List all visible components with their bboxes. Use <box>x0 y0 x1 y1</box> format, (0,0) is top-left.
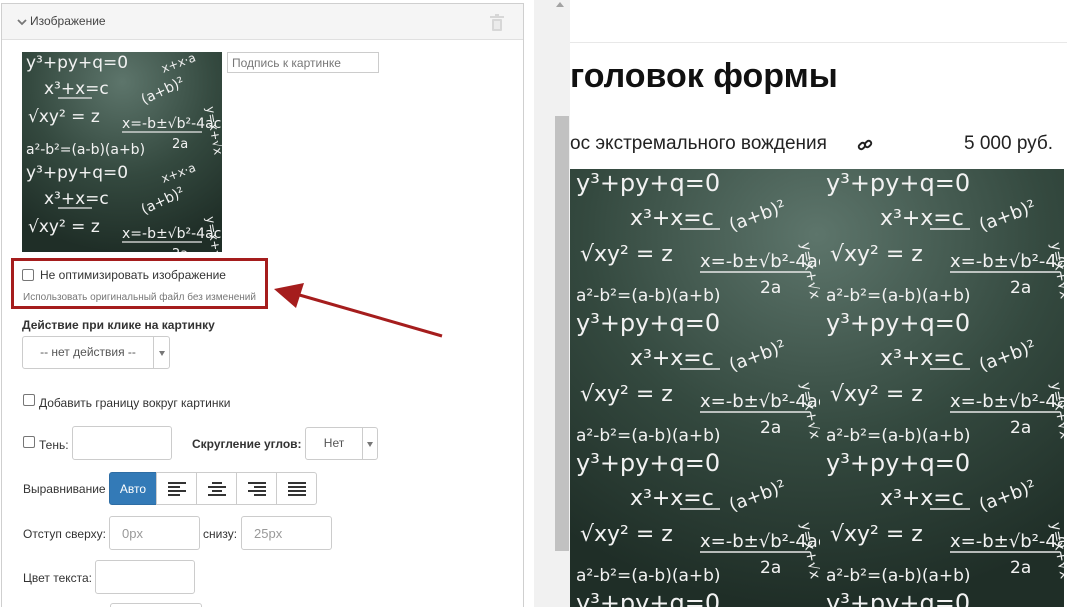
chalkboard-formulas-image <box>22 52 222 252</box>
panel-header[interactable]: Изображение <box>2 4 523 40</box>
shadow-label[interactable]: Тень: <box>39 438 69 452</box>
border-checkbox[interactable] <box>23 394 35 406</box>
align-center-button[interactable] <box>196 472 237 505</box>
text-color-input[interactable] <box>95 560 195 594</box>
corner-radius-select[interactable]: Нет <box>305 427 378 460</box>
align-auto-button[interactable]: Авто <box>109 472 157 505</box>
scrollbar-thumb[interactable] <box>555 116 569 551</box>
no-optimize-label[interactable]: Не оптимизировать изображение <box>40 268 226 282</box>
chalkboard-formulas-image: y³+py+q=0 x³+x=c (a+b)² √xy² = z x=-b±√b… <box>570 169 1064 607</box>
next-field-input[interactable] <box>110 603 202 607</box>
product-name: ос экстремального вождения <box>570 133 827 154</box>
align-center-icon <box>207 481 226 496</box>
align-left-button[interactable] <box>156 472 197 505</box>
align-right-button[interactable] <box>236 472 277 505</box>
margin-bottom-label: снизу: <box>203 527 238 541</box>
border-label[interactable]: Добавить границу вокруг картинки <box>39 396 230 410</box>
product-price: 5 000 руб. <box>964 133 1054 154</box>
align-right-icon <box>247 481 266 496</box>
trash-icon[interactable] <box>489 14 505 32</box>
no-optimize-hint: Использовать оригинальный файл без измен… <box>23 292 256 303</box>
caret-down-icon <box>367 442 373 447</box>
align-left-icon <box>167 481 186 496</box>
caption-input[interactable] <box>227 52 379 73</box>
scroll-up-arrow-icon[interactable] <box>556 2 564 7</box>
preview-divider <box>570 42 1067 43</box>
caret-down-icon <box>159 351 165 356</box>
click-action-label: Действие при клике на картинку <box>22 318 215 332</box>
align-justify-icon <box>287 481 306 496</box>
corner-radius-value: Нет <box>323 436 345 450</box>
form-title: головок формы <box>570 57 838 95</box>
panel-gutter <box>534 0 554 607</box>
annotation-arrow-icon <box>274 283 443 338</box>
click-action-select[interactable]: -- нет действия -- <box>22 336 170 369</box>
chevron-down-icon[interactable] <box>16 17 28 27</box>
select-divider <box>153 337 154 368</box>
corner-radius-label: Скругление углов: <box>192 437 302 451</box>
shadow-checkbox[interactable] <box>23 436 35 448</box>
shadow-input[interactable] <box>72 426 172 460</box>
text-color-label: Цвет текста: <box>23 571 93 585</box>
align-auto-label: Авто <box>119 481 147 496</box>
panel-title: Изображение <box>30 14 106 28</box>
preview-image: y³+py+q=0 x³+x=c (a+b)² √xy² = z x=-b±√b… <box>570 169 1064 607</box>
margin-top-input[interactable] <box>109 516 200 550</box>
margin-bottom-input[interactable] <box>241 516 332 550</box>
click-action-value: -- нет действия -- <box>40 345 136 359</box>
alignment-label: Выравнивание <box>23 482 106 496</box>
alignment-button-group: Авто <box>109 472 317 505</box>
link-icon[interactable] <box>857 137 873 153</box>
margin-top-label: Отступ сверху: <box>23 527 106 541</box>
image-thumbnail[interactable] <box>22 52 222 252</box>
align-justify-button[interactable] <box>276 472 317 505</box>
select-divider <box>362 428 363 459</box>
no-optimize-checkbox[interactable] <box>22 269 34 281</box>
